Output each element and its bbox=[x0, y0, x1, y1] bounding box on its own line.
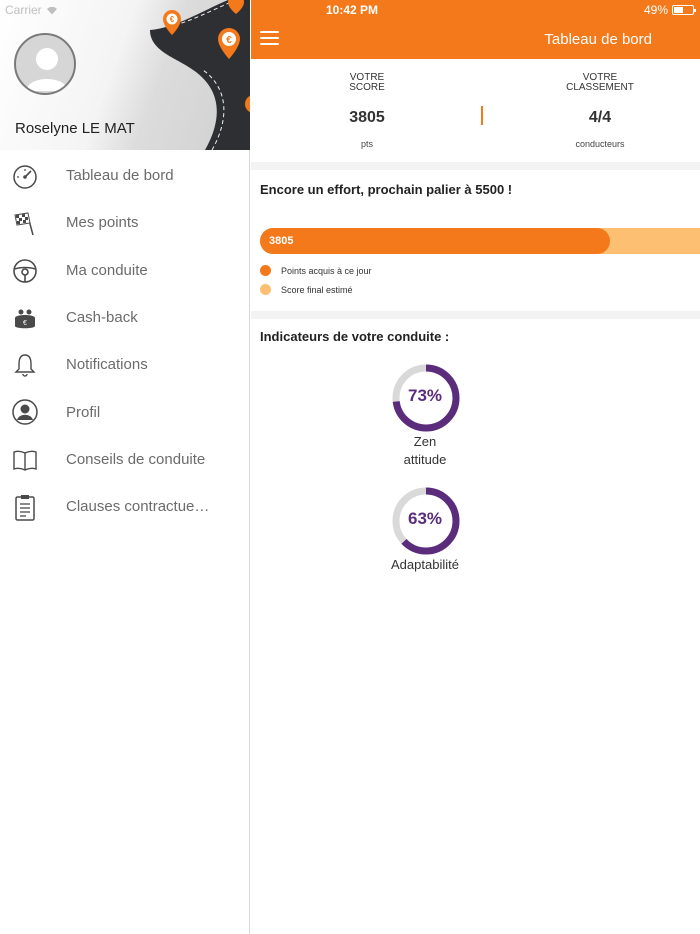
gauge-label-line: Zen bbox=[413, 434, 437, 449]
gauge-percent: 63% bbox=[407, 509, 443, 528]
sidebar-item-label: Ma conduite bbox=[66, 261, 148, 279]
user-name: Roselyne LE MAT bbox=[15, 120, 135, 137]
score-stat: VOTRE SCORE 3805 pts bbox=[307, 73, 427, 150]
steering-wheel-icon bbox=[13, 258, 37, 283]
legend-label: Score final estimé bbox=[281, 284, 353, 295]
sidebar-item-label: Cash-back bbox=[66, 309, 138, 327]
legend-dot bbox=[260, 265, 271, 276]
svg-text:€: € bbox=[23, 320, 27, 327]
indicators-title: Indicateurs de votre conduite : bbox=[260, 329, 450, 344]
progress-bar-label: 3805 bbox=[269, 235, 294, 247]
clipboard-icon bbox=[15, 495, 35, 521]
book-icon bbox=[13, 450, 37, 471]
purse-icon: € bbox=[15, 309, 35, 329]
sidebar-item-label: Conseils de conduite bbox=[66, 450, 206, 468]
legend-item: Points acquis à ce jour bbox=[260, 265, 372, 276]
gauge-zen-attitude: 73% bbox=[390, 362, 462, 434]
user-icon bbox=[12, 399, 38, 426]
sidebar-item-label: Notifications bbox=[66, 356, 148, 374]
section-divider bbox=[251, 162, 700, 170]
legend-label: Points acquis à ce jour bbox=[281, 265, 372, 276]
rank-unit: conducteurs bbox=[575, 139, 625, 149]
gauge-adaptabilite: 63% bbox=[390, 485, 462, 557]
sidebar-item-profil[interactable]: Profil bbox=[0, 388, 250, 435]
carrier: Carrier bbox=[5, 3, 58, 17]
sidebar-item-label: Tableau de bord bbox=[66, 167, 174, 185]
gauge-percent: 73% bbox=[407, 386, 443, 405]
sidebar-item-conseils-de-conduite[interactable]: Conseils de conduite bbox=[0, 436, 250, 483]
speedometer-icon bbox=[13, 165, 37, 189]
wifi-icon bbox=[46, 6, 57, 14]
rank-stat: VOTRE CLASSEMENT 4/4 conducteurs bbox=[540, 73, 660, 150]
page-title: Tableau de bord bbox=[544, 31, 652, 48]
gauge-label-line: attitude bbox=[403, 452, 447, 467]
sidebar-item-label: Clauses contractue… bbox=[66, 498, 210, 516]
section-divider bbox=[251, 311, 700, 319]
sidebar-item-tableau-de-bord[interactable]: Tableau de bord bbox=[0, 152, 250, 199]
divider bbox=[481, 106, 483, 125]
rank-caption: CLASSEMENT bbox=[566, 82, 634, 93]
sidebar-item-label: Mes points bbox=[66, 214, 139, 232]
sidebar-item-notifications[interactable]: Notifications bbox=[0, 341, 250, 388]
avatar[interactable] bbox=[14, 33, 76, 95]
battery-percent: 49% bbox=[643, 3, 668, 17]
gauge-label: Adaptabilité bbox=[365, 556, 485, 574]
carrier-label: Carrier bbox=[5, 3, 42, 17]
score-unit: pts bbox=[360, 139, 373, 149]
rank-value: 4/4 bbox=[588, 109, 612, 126]
score-value: 3805 bbox=[349, 109, 385, 126]
battery-icon bbox=[672, 5, 696, 15]
score-card: VOTRE SCORE 3805 pts VOTRE CLASSEMENT 4/… bbox=[251, 59, 700, 162]
sidebar-item-mes-points[interactable]: Mes points bbox=[0, 199, 250, 246]
legend-item: Score final estimé bbox=[260, 284, 353, 295]
progress-bar-fill bbox=[260, 228, 610, 254]
main-content: Tableau de bord VOTRE SCORE 3805 pts VOT… bbox=[251, 0, 700, 934]
gauge-label: Zen attitude bbox=[365, 433, 485, 469]
checkered-flag-icon bbox=[14, 212, 34, 236]
bell-icon bbox=[14, 354, 36, 377]
clock: 10:42 PM bbox=[326, 3, 379, 17]
gauge-label-line: Adaptabilité bbox=[391, 557, 459, 572]
sidebar-item-ma-conduite[interactable]: Ma conduite bbox=[0, 247, 250, 294]
score-caption: SCORE bbox=[349, 82, 385, 93]
legend-dot bbox=[260, 284, 271, 295]
sidebar-item-cash-back[interactable]: € Cash-back bbox=[0, 294, 250, 341]
battery: 49% bbox=[643, 3, 696, 17]
profile-header: € € Roselyne LE MAT bbox=[0, 0, 250, 150]
svg-text:€: € bbox=[226, 35, 232, 46]
status-bar: Carrier 10:42 PM 49% bbox=[0, 0, 700, 20]
progress-message: Encore un effort, prochain palier à 5500… bbox=[260, 182, 513, 197]
sidebar-item-clauses-contractuelles[interactable]: Clauses contractue… bbox=[0, 483, 250, 530]
sidebar-menu: Tableau de bord Mes points Ma conduite €… bbox=[0, 152, 250, 530]
sidebar: € € Roselyne LE MAT Tableau de bord Mes … bbox=[0, 0, 250, 934]
sidebar-item-label: Profil bbox=[66, 403, 101, 421]
hamburger-menu-icon[interactable] bbox=[260, 31, 279, 46]
